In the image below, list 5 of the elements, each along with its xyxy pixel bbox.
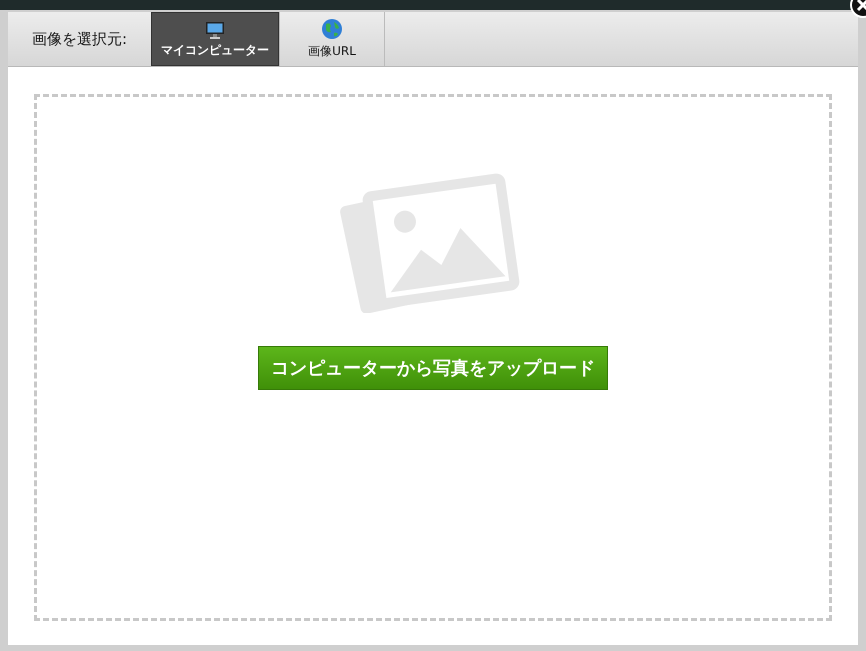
globe-icon	[321, 18, 343, 40]
source-tab[interactable]: マイコンピューター	[151, 12, 279, 66]
source-tab[interactable]: 画像URL	[279, 12, 385, 66]
source-label: 画像を選択元:	[30, 28, 128, 50]
monitor-icon	[205, 21, 225, 39]
